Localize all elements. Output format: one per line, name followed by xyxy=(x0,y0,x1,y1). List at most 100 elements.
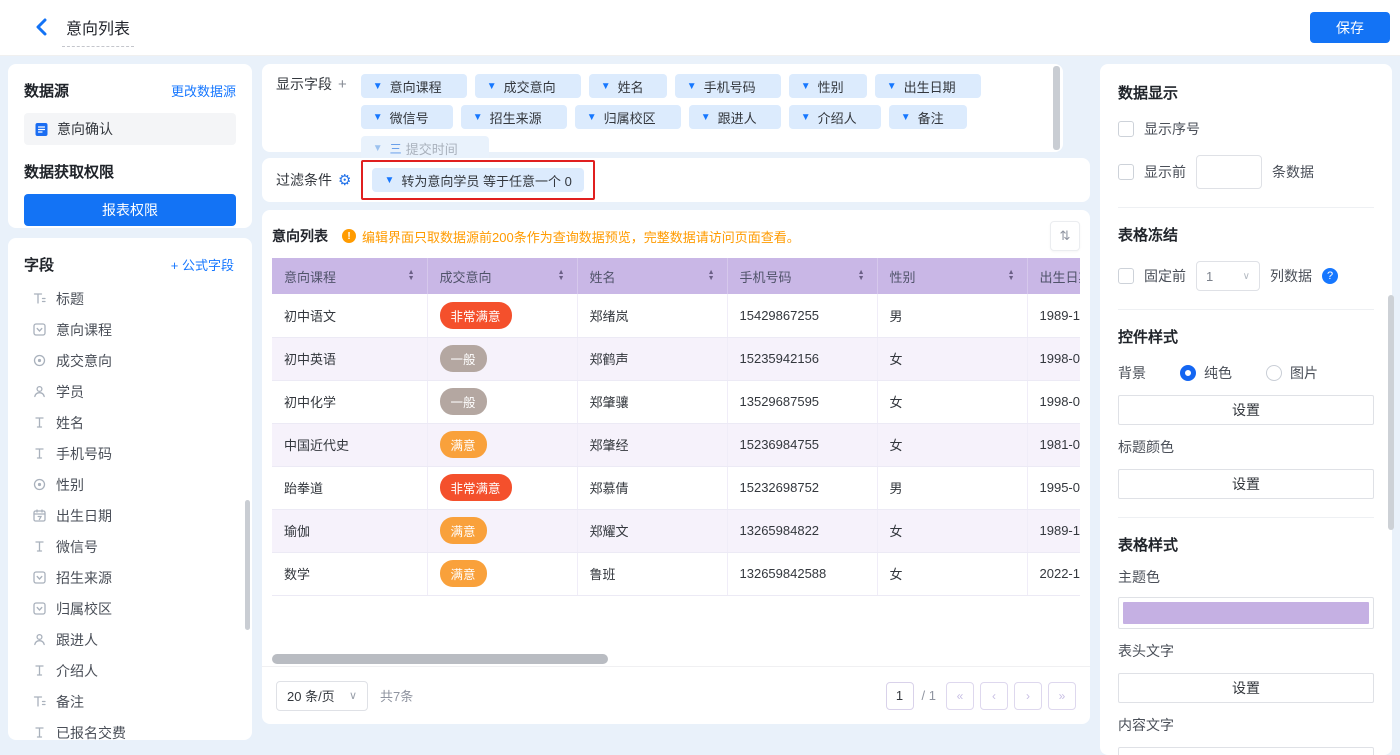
table-row[interactable]: 瑜伽满意郑耀文13265984822女1989-11- xyxy=(272,509,1080,552)
report-permission-button[interactable]: 报表权限 xyxy=(24,194,236,226)
freeze-checkbox[interactable] xyxy=(1118,268,1134,284)
back-icon[interactable] xyxy=(28,14,54,40)
image-radio[interactable] xyxy=(1266,365,1282,381)
table-row[interactable]: 中国近代史满意郑肇经15236984755女1981-06- xyxy=(272,423,1080,466)
display-field-tag[interactable]: ▼招生来源 xyxy=(461,105,567,129)
display-field-tag[interactable]: ▼微信号 xyxy=(361,105,453,129)
filter-card: 过滤条件 ⚙ ▼转为意向学员 等于任意一个 0 xyxy=(262,158,1090,202)
last-page-button[interactable]: » xyxy=(1048,682,1076,710)
cell-phone: 15236984755 xyxy=(740,437,820,452)
cell-gender: 女 xyxy=(890,352,903,367)
cell-phone: 13529687595 xyxy=(740,394,820,409)
field-item-label: 招生来源 xyxy=(56,568,112,588)
current-datasource[interactable]: 意向确认 xyxy=(24,113,236,145)
column-header[interactable]: 性别▲▼ xyxy=(877,258,1027,294)
settings-scrollbar[interactable] xyxy=(1388,295,1394,530)
cell-phone: 132659842588 xyxy=(740,566,827,581)
display-fields-label: 显示字段 xyxy=(276,76,332,92)
theme-color-picker[interactable] xyxy=(1118,597,1374,629)
field-item[interactable]: 出生日期 xyxy=(24,500,242,531)
fields-scrollbar[interactable] xyxy=(245,500,250,630)
display-field-tag-label: 出生日期 xyxy=(904,77,956,96)
display-field-tag[interactable]: ▼成交意向 xyxy=(475,74,581,98)
column-header[interactable]: 姓名▲▼ xyxy=(577,258,727,294)
display-field-tag[interactable]: ▼手机号码 xyxy=(675,74,781,98)
sort-arrows-icon[interactable]: ▲▼ xyxy=(408,270,415,282)
next-page-button[interactable]: › xyxy=(1014,682,1042,710)
show-index-checkbox[interactable] xyxy=(1118,121,1134,137)
field-item[interactable]: 意向课程 xyxy=(24,314,242,345)
person-field-icon xyxy=(32,633,46,647)
show-first-count-input[interactable] xyxy=(1196,155,1262,189)
display-field-tag[interactable]: ▼性别 xyxy=(789,74,867,98)
table-horizontal-scrollbar[interactable] xyxy=(272,654,608,664)
display-field-tag[interactable]: ▼跟进人 xyxy=(689,105,781,129)
background-label: 背景 xyxy=(1118,363,1170,383)
radio-field-icon xyxy=(32,354,46,368)
header-text-set-button[interactable]: 设置 xyxy=(1118,673,1374,703)
display-field-tag[interactable]: ▼出生日期 xyxy=(875,74,981,98)
add-display-field-icon[interactable]: + xyxy=(338,76,347,93)
field-item[interactable]: 备注 xyxy=(24,686,242,717)
field-item[interactable]: 跟进人 xyxy=(24,624,242,655)
table-row[interactable]: 跆拳道非常满意郑慕倩15232698752男1995-01- xyxy=(272,466,1080,509)
freeze-count-select[interactable]: 1 ∨ xyxy=(1196,261,1260,291)
content-text-set-button[interactable]: 设置 xyxy=(1118,747,1374,755)
field-item[interactable]: 标题 xyxy=(24,283,242,314)
table-row[interactable]: 数学满意鲁班132659842588女2022-10- xyxy=(272,552,1080,595)
field-item[interactable]: 招生来源 xyxy=(24,562,242,593)
table-row[interactable]: 初中语文非常满意郑绪岚15429867255男1989-11- xyxy=(272,294,1080,337)
field-item[interactable]: 学员 xyxy=(24,376,242,407)
page-size-select[interactable]: 20 条/页 ∨ xyxy=(276,681,368,711)
sort-arrows-icon[interactable]: ▲▼ xyxy=(558,270,565,282)
table-row[interactable]: 初中化学一般郑肇骧13529687595女1998-05- xyxy=(272,380,1080,423)
table-row[interactable]: 初中英语一般郑鹤声15235942156女1998-05- xyxy=(272,337,1080,380)
field-item[interactable]: 介绍人 xyxy=(24,655,242,686)
display-field-tags: ▼意向课程 ▼成交意向 ▼姓名 ▼手机号码 ▼性别 ▼出生日期 ▼微信号 ▼招生来源 ▼归属校区… xyxy=(361,74,1016,142)
field-item[interactable]: 归属校区 xyxy=(24,593,242,624)
sort-arrows-icon[interactable]: ▲▼ xyxy=(708,270,715,282)
field-item[interactable]: 性别 xyxy=(24,469,242,500)
field-item[interactable]: 成交意向 xyxy=(24,345,242,376)
display-field-tag-disabled[interactable]: ▼三提交时间 xyxy=(361,136,489,160)
field-item[interactable]: 微信号 xyxy=(24,531,242,562)
solid-color-radio[interactable] xyxy=(1180,365,1196,381)
display-fields-card: 显示字段 + ▼意向课程 ▼成交意向 ▼姓名 ▼手机号码 ▼性别 ▼出生日期 ▼微信号 ▼招生来… xyxy=(262,64,1063,152)
add-formula-field-link[interactable]: + 公式字段 xyxy=(171,255,234,274)
display-field-tag[interactable]: ▼备注 xyxy=(889,105,967,129)
settings-panel: 数据显示 显示序号 显示前 条数据 表格冻结 固定前 1 ∨ 列数据 ? 控件样… xyxy=(1100,64,1392,755)
display-field-tag[interactable]: ▼介绍人 xyxy=(789,105,881,129)
first-page-button[interactable]: « xyxy=(946,682,974,710)
pagination-bar: 20 条/页 ∨ 共7条 1 / 1 « ‹ › » xyxy=(262,666,1090,724)
gear-icon[interactable]: ⚙ xyxy=(338,171,351,189)
display-field-tag[interactable]: ▼归属校区 xyxy=(575,105,681,129)
change-datasource-link[interactable]: 更改数据源 xyxy=(171,81,236,100)
display-field-tag[interactable]: ▼姓名 xyxy=(589,74,667,98)
column-header[interactable]: 出生日期▲▼ xyxy=(1027,258,1080,294)
filter-condition-tag[interactable]: ▼转为意向学员 等于任意一个 0 xyxy=(372,168,583,192)
display-field-tag[interactable]: ▼意向课程 xyxy=(361,74,467,98)
sort-arrows-icon[interactable]: ▲▼ xyxy=(1008,270,1015,282)
filter-condition-text: 转为意向学员 等于任意一个 0 xyxy=(401,171,571,190)
column-header-label: 手机号码 xyxy=(740,267,792,286)
current-page-input[interactable]: 1 xyxy=(886,682,914,710)
sort-arrows-icon[interactable]: ▲▼ xyxy=(858,270,865,282)
column-header[interactable]: 成交意向▲▼ xyxy=(427,258,577,294)
display-fields-scrollbar[interactable] xyxy=(1053,66,1060,150)
field-item[interactable]: 手机号码 xyxy=(24,438,242,469)
cell-course: 中国近代史 xyxy=(284,438,349,453)
title-color-set-button[interactable]: 设置 xyxy=(1118,469,1374,499)
cell-gender: 女 xyxy=(890,524,903,539)
field-item[interactable]: 姓名 xyxy=(24,407,242,438)
prev-page-button[interactable]: ‹ xyxy=(980,682,1008,710)
data-display-title: 数据显示 xyxy=(1118,82,1374,103)
save-button[interactable]: 保存 xyxy=(1310,12,1390,43)
column-header[interactable]: 意向课程▲▼ xyxy=(272,258,427,294)
show-first-checkbox[interactable] xyxy=(1118,164,1134,180)
background-set-button[interactable]: 设置 xyxy=(1118,395,1374,425)
cell-birth: 2022-10- xyxy=(1040,566,1081,581)
column-header[interactable]: 手机号码 ▲▼ xyxy=(727,258,877,294)
sort-order-icon[interactable]: ⇅ xyxy=(1050,221,1080,251)
field-item[interactable]: 已报名交费 xyxy=(24,717,242,740)
help-icon[interactable]: ? xyxy=(1322,268,1338,284)
